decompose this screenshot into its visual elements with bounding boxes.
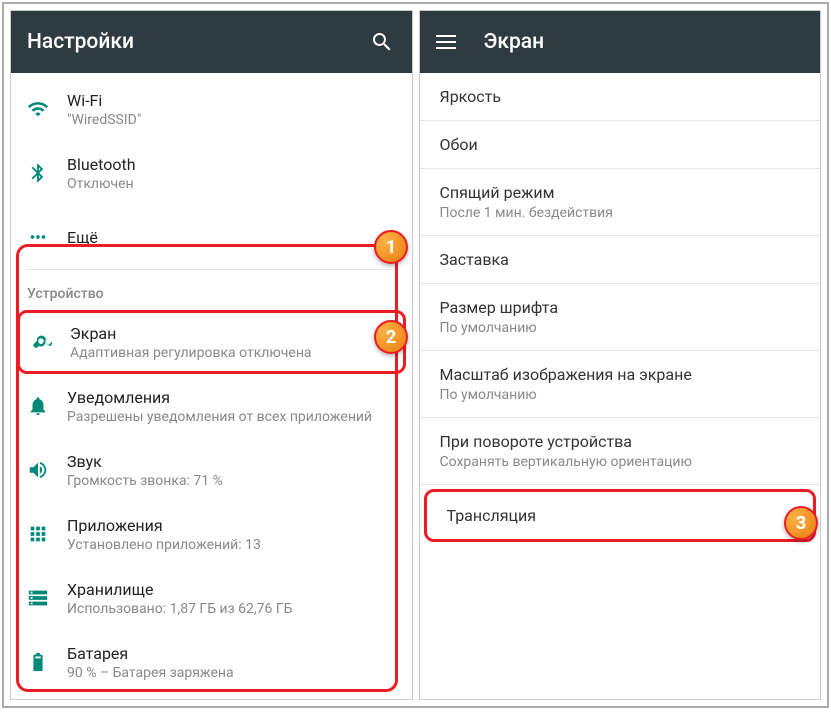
display-list[interactable]: Яркость Обои Спящий режим После 1 мин. б… — [420, 73, 821, 699]
bluetooth-icon — [27, 162, 67, 184]
item-title: Заставка — [440, 250, 801, 269]
item-title: Уведомления — [67, 388, 396, 407]
item-sub: Отключен — [67, 176, 396, 192]
settings-item-battery[interactable]: Батарея 90 % – Батарея заряжена — [11, 630, 412, 694]
settings-item-storage[interactable]: Хранилище Использовано: 1,87 ГБ из 62,76… — [11, 566, 412, 630]
item-title: Трансляция — [447, 506, 794, 525]
item-sub: Разрешены уведомления от всех приложений — [67, 409, 396, 425]
item-sub: По умолчанию — [440, 320, 801, 336]
item-sub: Адаптивная регулировка отключена — [70, 345, 393, 361]
apps-icon — [27, 523, 67, 545]
item-title: Масштаб изображения на экране — [440, 365, 801, 384]
item-sub: Установлено приложений: 13 — [67, 537, 396, 553]
item-title: При повороте устройства — [440, 432, 801, 451]
item-title: Приложения — [67, 516, 396, 535]
settings-list[interactable]: Wi-Fi "WiredSSID" Bluetooth Отключен Ещё… — [11, 73, 412, 699]
search-icon[interactable] — [368, 28, 396, 56]
settings-item-bluetooth[interactable]: Bluetooth Отключен — [11, 141, 412, 205]
display-item-sleep[interactable]: Спящий режим После 1 мин. бездействия — [420, 169, 821, 236]
item-title: Wi-Fi — [67, 91, 396, 110]
display-item-rotate[interactable]: При повороте устройства Сохранять вертик… — [420, 418, 821, 485]
appbar-display: Экран — [420, 11, 821, 73]
settings-item-more[interactable]: Ещё — [11, 205, 412, 269]
settings-screen: Настройки Wi-Fi "WiredSSID" Bluetooth От… — [10, 10, 413, 700]
item-sub: Сохранять вертикальную ориентацию — [440, 454, 801, 470]
item-title: Звук — [67, 452, 396, 471]
step-badge-1: 1 — [374, 230, 408, 264]
display-screen: Экран Яркость Обои Спящий режим После 1 … — [419, 10, 822, 700]
wifi-icon — [27, 98, 67, 120]
item-title: Спящий режим — [440, 183, 801, 202]
display-item-brightness[interactable]: Яркость — [420, 73, 821, 121]
item-title: Обои — [440, 135, 801, 154]
menu-icon[interactable] — [436, 35, 456, 49]
display-item-displaysize[interactable]: Масштаб изображения на экране По умолчан… — [420, 351, 821, 418]
settings-item-display[interactable]: Экран Адаптивная регулировка отключена — [17, 310, 406, 374]
item-sub: Громкость звонка: 71 % — [67, 473, 396, 489]
display-item-screensaver[interactable]: Заставка — [420, 236, 821, 284]
bell-icon — [27, 395, 67, 417]
item-title: Экран — [70, 324, 393, 343]
settings-item-notifications[interactable]: Уведомления Разрешены уведомления от все… — [11, 374, 412, 438]
item-sub: Использовано: 1,87 ГБ из 62,76 ГБ — [67, 601, 396, 617]
item-sub: 90 % – Батарея заряжена — [67, 665, 396, 681]
appbar-settings: Настройки — [11, 11, 412, 73]
item-sub: После 1 мин. бездействия — [440, 205, 801, 221]
settings-item-wifi[interactable]: Wi-Fi "WiredSSID" — [11, 77, 412, 141]
appbar-title: Экран — [484, 30, 805, 54]
step-badge-2: 2 — [374, 320, 408, 354]
item-title: Батарея — [67, 644, 396, 663]
settings-item-apps[interactable]: Приложения Установлено приложений: 13 — [11, 502, 412, 566]
display-item-fontsize[interactable]: Размер шрифта По умолчанию — [420, 284, 821, 351]
section-device: Устройство — [11, 270, 412, 310]
display-icon — [30, 331, 70, 353]
storage-icon — [27, 587, 67, 609]
settings-item-sound[interactable]: Звук Громкость звонка: 71 % — [11, 438, 412, 502]
appbar-title: Настройки — [27, 30, 368, 54]
item-title: Ещё — [67, 228, 396, 247]
step-badge-3: 3 — [784, 506, 818, 540]
more-icon — [27, 226, 67, 248]
item-sub: "WiredSSID" — [67, 112, 396, 128]
item-title: Размер шрифта — [440, 298, 801, 317]
item-title: Хранилище — [67, 580, 396, 599]
item-title: Bluetooth — [67, 155, 396, 174]
display-item-wallpaper[interactable]: Обои — [420, 121, 821, 169]
battery-icon — [27, 651, 67, 673]
sound-icon — [27, 459, 67, 481]
display-item-cast[interactable]: Трансляция — [424, 489, 817, 542]
item-sub: По умолчанию — [440, 387, 801, 403]
item-title: Яркость — [440, 87, 801, 106]
